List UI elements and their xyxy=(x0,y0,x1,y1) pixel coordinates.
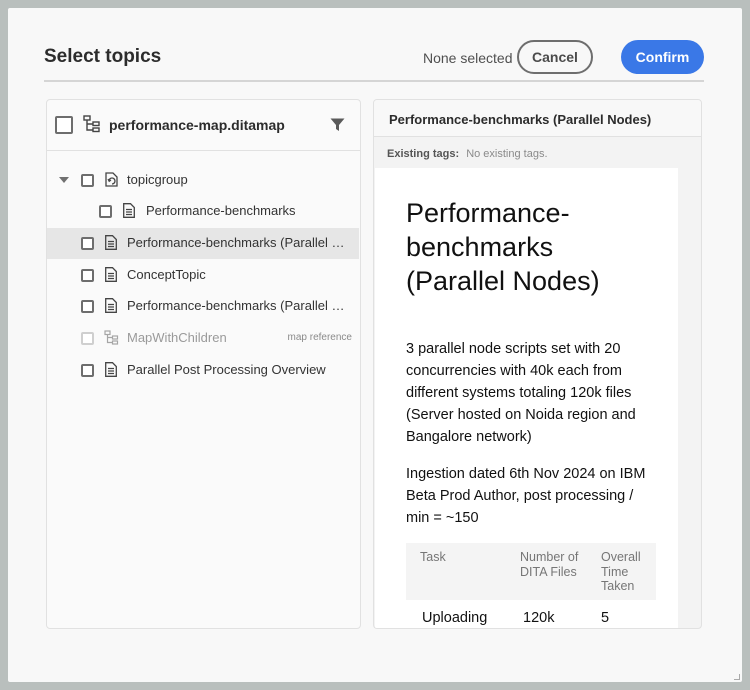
document-icon xyxy=(105,362,117,382)
preview-paragraph: 3 parallel node scripts set with 20 conc… xyxy=(406,341,636,445)
table-cell: Uploading xyxy=(422,609,488,626)
tree-item-label: Performance-benchmarks xyxy=(146,203,296,218)
tree-item-selected[interactable]: Performance-benchmarks (Parallel Nodes) xyxy=(47,228,359,259)
topicgroup-checkbox[interactable] xyxy=(81,174,94,187)
header-divider xyxy=(44,80,704,82)
tree-item-label: MapWithChildren xyxy=(127,330,227,345)
item-checkbox[interactable] xyxy=(81,237,94,250)
existing-tags-value: No existing tags. xyxy=(466,148,548,160)
tree-item[interactable]: ConceptTopic xyxy=(47,260,360,291)
document-icon xyxy=(105,298,117,318)
item-checkbox[interactable] xyxy=(81,269,94,282)
preview-heading: Performance-benchmarks (Parallel Nodes) xyxy=(406,198,600,296)
resize-handle[interactable] xyxy=(734,674,740,680)
selection-status: None selected xyxy=(423,50,513,66)
table-cell: 120k xyxy=(523,609,555,626)
ditamap-icon xyxy=(83,115,101,138)
tree-item-label: Parallel Post Processing Overview xyxy=(127,362,326,377)
dialog-title: Select topics xyxy=(44,46,162,67)
document-icon xyxy=(105,235,117,255)
document-icon xyxy=(123,203,135,223)
tree-item-label: topicgroup xyxy=(127,172,188,187)
table-header-row: Task Number of DITA Files Overall Time T… xyxy=(406,543,656,600)
cancel-button[interactable]: Cancel xyxy=(517,40,593,74)
tree-item[interactable]: Performance-benchmarks xyxy=(47,196,360,227)
select-all-checkbox[interactable] xyxy=(55,116,73,134)
select-topics-dialog: Select topics None selected Cancel Confi… xyxy=(8,8,742,682)
table-header: Number of DITA Files xyxy=(506,543,587,600)
preview-paragraph: Ingestion dated 6th Nov 2024 on IBM Beta… xyxy=(406,466,646,526)
item-checkbox[interactable] xyxy=(81,364,94,377)
tree-item-label: Performance-benchmarks (Parallel Nodes) xyxy=(127,235,352,250)
document-icon xyxy=(105,267,117,287)
chevron-down-icon[interactable] xyxy=(59,177,69,183)
map-tree-header: performance-map.ditamap xyxy=(47,100,360,151)
item-checkbox[interactable] xyxy=(99,205,112,218)
table-cell: 5 xyxy=(601,609,610,626)
item-checkbox-disabled xyxy=(81,332,94,345)
tree-item-label: Performance-benchmarks (Parallel Nodes) xyxy=(127,298,352,313)
topic-preview-panel: Performance-benchmarks (Parallel Nodes) … xyxy=(373,99,702,629)
topicgroup-icon xyxy=(105,172,118,192)
tree-item[interactable]: Parallel Post Processing Overview xyxy=(47,355,360,386)
tree-item-map-reference: MapWithChildren map reference xyxy=(47,323,360,354)
topic-preview[interactable]: Performance-benchmarks (Parallel Nodes) … xyxy=(375,168,678,629)
map-name: performance-map.ditamap xyxy=(109,117,285,133)
existing-tags-label: Existing tags: xyxy=(387,148,460,160)
existing-tags: Existing tags: No existing tags. xyxy=(387,148,548,160)
table-header: Overall Time Taken xyxy=(587,543,656,600)
preview-title: Performance-benchmarks (Parallel Nodes) xyxy=(389,112,652,127)
confirm-button[interactable]: Confirm xyxy=(621,40,704,74)
table-header: Task xyxy=(406,543,506,600)
tree-item[interactable]: Performance-benchmarks (Parallel Nodes) xyxy=(47,291,360,322)
preview-table: Task Number of DITA Files Overall Time T… xyxy=(406,543,656,629)
preview-title-bar: Performance-benchmarks (Parallel Nodes) xyxy=(374,100,701,137)
tree-item-topicgroup[interactable]: topicgroup xyxy=(47,165,360,196)
map-tree-panel: performance-map.ditamap topicgroup Perfo… xyxy=(46,99,361,629)
map-reference-badge: map reference xyxy=(287,332,352,343)
map-reference-icon xyxy=(104,330,119,350)
item-checkbox[interactable] xyxy=(81,300,94,313)
filter-icon[interactable] xyxy=(330,118,345,137)
table-row: Uploading 120k 5 xyxy=(406,600,656,629)
tree-item-label: ConceptTopic xyxy=(127,267,206,282)
